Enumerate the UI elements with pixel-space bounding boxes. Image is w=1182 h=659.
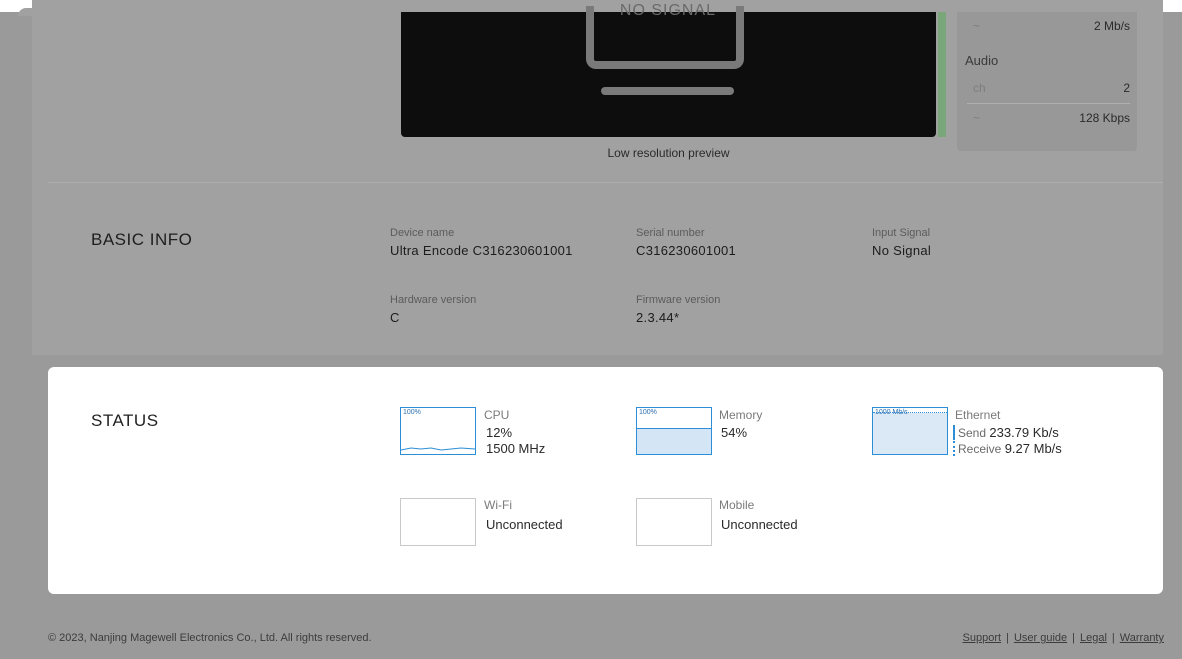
video-bitrate-row: ~ 2 Mb/s [967,16,1130,38]
ethernet-send-value: 233.79 Kb/s [989,425,1059,440]
status-title: STATUS [91,411,159,430]
link-separator: | [1111,632,1115,644]
no-signal-text: NO SIGNAL [619,2,717,19]
video-preview: NO SIGNAL [401,2,936,137]
audio-channels-key: ch [973,81,986,95]
mobile-label: Mobile [719,498,755,512]
footer-link-legal[interactable]: Legal [1080,632,1107,644]
audio-level-meter [938,12,946,137]
cpu-frequency-value: 1500 MHz [486,441,546,456]
footer-link-support[interactable]: Support [963,632,1002,644]
input-signal-label: Input Signal [872,227,931,239]
link-separator: | [1006,632,1009,644]
ethernet-send: Send 233.79 Kb/s [953,425,1059,440]
monitor-icon: NO SIGNAL [586,2,744,69]
cpu-usage-line [401,447,475,451]
memory-graph-max: 100% [639,409,657,416]
audio-bitrate-row: ~ 128 Kbps [967,108,1130,130]
ethernet-receive-label: Receive [958,442,1002,456]
memory-usage-fill [637,428,711,454]
serial-number-value: C316230601001 [636,243,737,258]
ethernet-graph-max: 1000 Mb/s [875,409,908,416]
footer-link-user-guide[interactable]: User guide [1014,632,1067,644]
wifi-status-value: Unconnected [486,517,563,532]
cpu-graph: 100% [400,407,476,455]
wifi-label: Wi-Fi [484,498,512,512]
ethernet-send-label: Send [958,426,987,440]
wave-icon: ~ [973,19,981,33]
audio-channels-value: 2 [1123,81,1130,95]
section-divider [48,182,1163,183]
footer-links: Support | User guide | Legal | Warranty [963,632,1164,644]
firmware-version-label: Firmware version [636,294,721,306]
wifi-graph [400,498,476,546]
memory-graph: 100% [636,407,712,455]
input-signal-value: No Signal [872,243,932,258]
ethernet-graph-fill [873,412,947,454]
device-name-value: Ultra Encode C316230601001 [390,243,573,258]
stream-stats-panel: ~ 2 Mb/s Audio ch 2 ~ 128 Kbps [957,12,1137,151]
audio-channels-row: ch 2 [967,78,1130,100]
memory-label: Memory [719,408,763,422]
hardware-version-value: C [390,310,400,325]
cpu-usage-value: 12% [486,425,513,440]
hardware-version-label: Hardware version [390,294,477,306]
monitor-stand-icon [601,87,734,95]
basic-info-title: BASIC INFO [91,230,193,249]
footer-link-warranty[interactable]: Warranty [1120,632,1164,644]
mobile-status-value: Unconnected [721,517,798,532]
mobile-graph [636,498,712,546]
link-separator: | [1072,632,1075,644]
audio-bitrate-value: 128 Kbps [1079,111,1130,125]
audio-heading: Audio [965,53,999,68]
memory-usage-value: 54% [721,425,748,440]
status-card: STATUS 100% CPU 12% 1500 MHz 100% Memory… [48,367,1163,594]
divider [967,103,1130,104]
video-bitrate-value: 2 Mb/s [1093,19,1130,33]
cpu-label: CPU [484,408,510,422]
ethernet-graph: 1000 Mb/s [872,407,948,455]
wave-icon: ~ [973,111,981,125]
firmware-version-value: 2.3.44* [636,310,680,325]
footer-copyright: © 2023, Nanjing Magewell Electronics Co.… [48,632,372,644]
ethernet-receive-value: 9.27 Mb/s [1004,441,1062,456]
preview-caption: Low resolution preview [607,146,730,160]
device-name-label: Device name [390,227,455,239]
serial-number-label: Serial number [636,227,705,239]
ethernet-label: Ethernet [955,408,1001,422]
ethernet-receive: Receive 9.27 Mb/s [953,441,1062,456]
